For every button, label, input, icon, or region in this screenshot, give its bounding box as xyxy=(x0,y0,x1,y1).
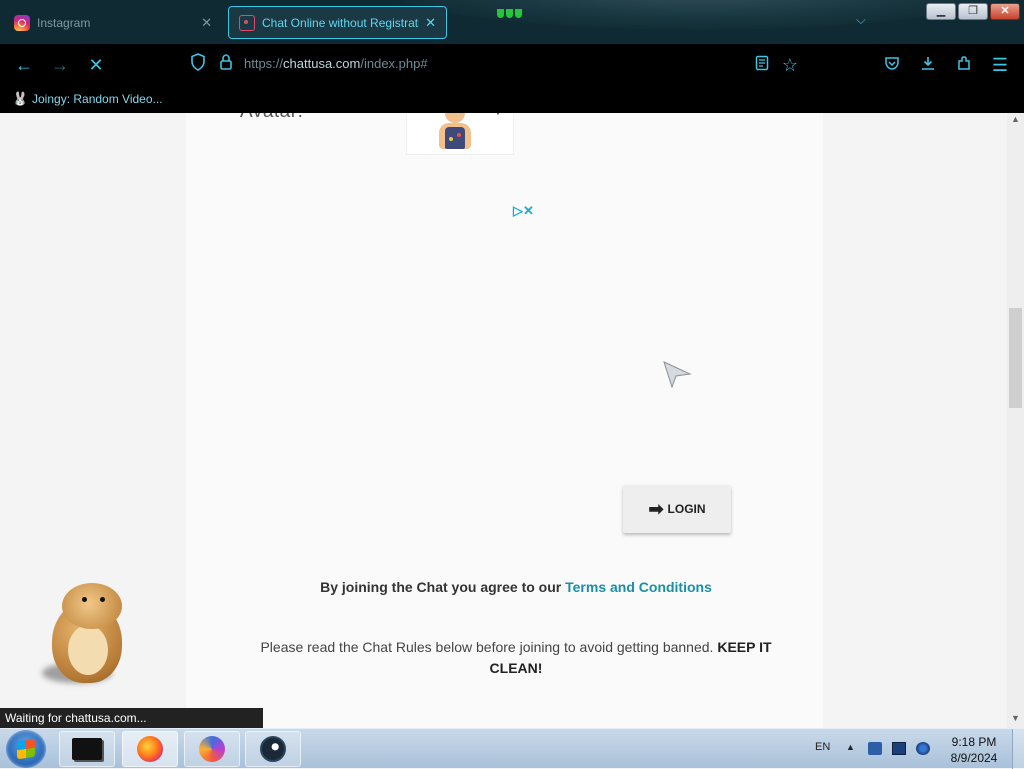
url-path: /index.php# xyxy=(360,56,428,71)
window-close-button[interactable]: ✕ xyxy=(990,3,1020,20)
rules-notice-text: Please read the Chat Rules below before … xyxy=(260,639,718,655)
login-button[interactable]: ➡ LOGIN xyxy=(623,485,731,533)
taskbar-steam-app[interactable] xyxy=(245,731,301,767)
taskbar-terminal-app[interactable] xyxy=(59,731,115,767)
hamster-image xyxy=(40,579,130,689)
login-card: Avatar: ▼ ▷✕ ➡ LOGIN By joining the Chat… xyxy=(186,113,823,728)
tab-chat-online[interactable]: Chat Online without Registrati ✕ xyxy=(228,6,447,39)
tracking-shield-icon[interactable] xyxy=(186,53,210,77)
clock-time: 9:18 PM xyxy=(951,735,997,749)
avatar-dropdown[interactable]: ▼ xyxy=(406,113,514,155)
firefox-icon xyxy=(137,736,163,762)
terms-notice: By joining the Chat you agree to our Ter… xyxy=(186,579,846,595)
stop-loading-icon[interactable]: ✕ xyxy=(84,53,108,77)
tab-label: Chat Online without Registrati xyxy=(262,15,420,30)
bunny-icon: 🐰 xyxy=(12,91,29,106)
page-scrollbar[interactable] xyxy=(1007,113,1024,728)
terminal-icon xyxy=(72,738,102,760)
instagram-icon xyxy=(14,14,30,31)
avatar-image xyxy=(433,113,477,149)
navigation-toolbar: ← → ✕ https://chattusa.com/index.php# ☆ … xyxy=(0,44,1024,86)
system-clock[interactable]: 9:18 PM 8/9/2024 xyxy=(944,734,1004,766)
taskbar-firefox-app[interactable] xyxy=(122,731,178,767)
scroll-up-icon[interactable]: ▲ xyxy=(1008,114,1023,128)
show-desktop-button[interactable] xyxy=(1012,729,1024,769)
bookmark-joingy[interactable]: 🐰 Joingy: Random Video... xyxy=(12,91,163,106)
rules-notice: Please read the Chat Rules below before … xyxy=(252,637,780,679)
taskbar: EN ▲ 9:18 PM 8/9/2024 xyxy=(0,728,1024,769)
start-button[interactable] xyxy=(6,730,46,768)
tab-bar: Instagram ✕ Chat Online without Registra… xyxy=(0,0,1024,44)
chevron-down-icon: ▼ xyxy=(493,113,503,118)
bookmarks-toolbar: 🐰 Joingy: Random Video... xyxy=(0,86,1024,113)
pocket-icon[interactable] xyxy=(880,53,904,77)
monitor-icon[interactable] xyxy=(892,742,906,755)
back-arrow-icon[interactable]: ← xyxy=(12,53,36,77)
bookmark-label: Joingy: Random Video... xyxy=(32,91,163,106)
url-host: chattusa.com xyxy=(283,56,361,71)
language-indicator[interactable]: EN xyxy=(815,741,830,753)
tab-instagram[interactable]: Instagram ✕ xyxy=(4,6,222,39)
scrollbar-thumb[interactable] xyxy=(1009,308,1022,408)
hamburger-menu-icon[interactable]: ☰ xyxy=(988,53,1012,77)
network-shield-icon[interactable] xyxy=(868,742,882,755)
list-all-tabs-icon[interactable]: ⌵ xyxy=(856,12,866,28)
login-button-label: LOGIN xyxy=(667,502,706,516)
chat-icon xyxy=(239,14,255,31)
clock-date: 8/9/2024 xyxy=(950,751,998,765)
page-viewport: Avatar: ▼ ▷✕ ➡ LOGIN By joining the Chat… xyxy=(0,113,1024,728)
taskbar-browser-app[interactable] xyxy=(184,731,240,767)
bookmark-star-icon[interactable]: ☆ xyxy=(778,53,802,77)
lock-icon[interactable] xyxy=(214,53,238,77)
alien-theme-icon xyxy=(497,5,527,18)
scroll-down-icon[interactable]: ▼ xyxy=(1008,713,1023,727)
sign-in-icon: ➡ xyxy=(648,498,664,519)
forward-arrow-icon[interactable]: → xyxy=(48,53,72,77)
tab-label: Instagram xyxy=(37,15,91,30)
reader-view-icon[interactable] xyxy=(750,53,774,77)
extensions-icon[interactable] xyxy=(952,53,976,77)
downloads-icon[interactable] xyxy=(916,53,940,77)
address-bar[interactable]: https://chattusa.com/index.php# xyxy=(244,56,428,71)
ad-choices-icon[interactable]: ▷✕ xyxy=(513,203,534,219)
terms-notice-text: By joining the Chat you agree to our xyxy=(320,579,566,595)
titlebar-decoration xyxy=(380,0,1020,30)
tab-close-icon[interactable]: ✕ xyxy=(425,15,436,31)
minimize-button[interactable]: ▁ xyxy=(926,3,956,20)
tab-close-icon[interactable]: ✕ xyxy=(201,15,212,31)
status-bar: Waiting for chattusa.com... xyxy=(0,708,263,728)
browser-swirl-icon xyxy=(199,736,225,762)
show-hidden-icons-icon[interactable]: ▲ xyxy=(846,742,860,755)
url-scheme: https:// xyxy=(244,56,284,71)
steam-icon xyxy=(260,736,286,762)
avatar-label: Avatar: xyxy=(240,113,303,123)
terms-link[interactable]: Terms and Conditions xyxy=(565,579,712,595)
volume-icon[interactable] xyxy=(916,742,930,755)
restore-button[interactable]: ❐ xyxy=(958,3,988,20)
mouse-pointer-icon xyxy=(663,361,692,388)
